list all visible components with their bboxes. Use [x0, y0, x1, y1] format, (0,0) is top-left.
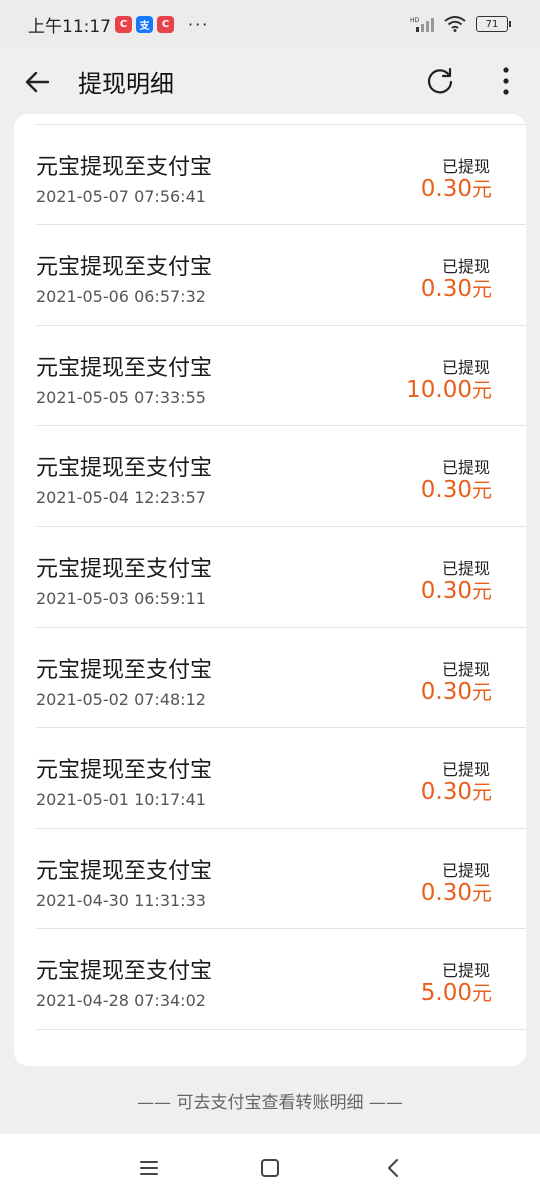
record-title: 元宝提现至支付宝 — [36, 154, 213, 180]
record-date: 2021-05-06 06:57:32 — [36, 287, 206, 307]
record-row[interactable]: 元宝提现至支付宝 2021-04-28 07:34:02 已提现 5.00元 — [36, 929, 526, 1030]
record-amount: 5.00元 — [421, 977, 492, 1006]
records-list: 元宝提现至支付宝2021-05-08 06:59:04已提现0.30元元宝提现至… — [14, 114, 526, 1030]
page-title: 提现明细 — [78, 70, 174, 98]
record-date: 2021-04-28 07:34:02 — [36, 991, 206, 1011]
record-amount-value: 0.30 — [420, 779, 472, 806]
record-amount-unit: 元 — [472, 780, 492, 805]
record-date: 2021-05-02 07:48:12 — [36, 689, 206, 709]
record-amount-value: 0.30 — [420, 577, 472, 604]
svg-text:HD: HD — [410, 17, 420, 24]
record-amount: 0.30元 — [421, 877, 492, 906]
record-title: 元宝提现至支付宝 — [36, 959, 213, 985]
record-row[interactable]: 元宝提现至支付宝 2021-05-04 12:23:57 已提现 0.30元 — [36, 426, 526, 527]
record-amount-unit: 元 — [472, 981, 492, 1006]
record-amount-value: 5.00 — [420, 980, 472, 1007]
record-row[interactable]: 元宝提现至支付宝 2021-05-01 10:17:41 已提现 0.30元 — [36, 728, 526, 829]
status-bar: 上午11:17 C 支 C ··· HD 71 — [0, 0, 540, 48]
record-date: 2021-05-07 07:56:41 — [36, 186, 206, 206]
refresh-icon[interactable] — [425, 66, 455, 96]
system-navigation-bar — [0, 1134, 540, 1200]
status-time: 上午11:17 — [28, 16, 111, 37]
record-amount: 0.30元 — [421, 676, 492, 705]
records-card: 元宝提现至支付宝2021-05-08 06:59:04已提现0.30元元宝提现至… — [14, 114, 526, 1066]
record-amount: 10.00元 — [406, 374, 492, 403]
record-title: 元宝提现至支付宝 — [36, 657, 213, 683]
record-row[interactable]: 元宝提现至支付宝 2021-05-03 06:59:11 已提现 0.30元 — [36, 527, 526, 628]
signal-icon: HD — [410, 17, 434, 32]
record-amount-unit: 元 — [472, 679, 492, 704]
wifi-icon — [444, 16, 466, 32]
app-notification-icon: C — [115, 15, 132, 33]
battery-icon: 71 — [476, 16, 511, 32]
more-vertical-icon[interactable] — [496, 66, 516, 96]
record-amount-value: 0.30 — [420, 879, 472, 906]
record-amount: 0.30元 — [421, 776, 492, 805]
menu-icon[interactable] — [137, 1156, 161, 1180]
record-title: 元宝提现至支付宝 — [36, 556, 213, 582]
record-amount-value: 0.30 — [420, 175, 472, 202]
record-date: 2021-05-01 10:17:41 — [36, 790, 206, 810]
record-amount: 0.30元 — [421, 474, 492, 503]
record-row[interactable]: 元宝提现至支付宝 2021-05-07 07:56:41 已提现 0.30元 — [36, 125, 526, 226]
record-amount: 0.30元 — [421, 173, 492, 202]
record-date: 2021-05-05 07:33:55 — [36, 387, 206, 407]
record-date: 2021-05-04 12:23:57 — [36, 488, 206, 508]
battery-level: 71 — [485, 18, 499, 30]
back-arrow-icon[interactable] — [24, 68, 52, 96]
record-row[interactable]: 元宝提现至支付宝2021-05-08 06:59:04已提现0.30元 — [36, 114, 526, 125]
record-amount-unit: 元 — [472, 880, 492, 905]
more-notifications-indicator: ··· — [188, 14, 210, 34]
record-row[interactable]: 元宝提现至支付宝 2021-05-05 07:33:55 已提现 10.00元 — [36, 326, 526, 427]
record-amount-value: 0.30 — [420, 678, 472, 705]
footer-note: —— 可去支付宝查看转账明细 —— — [137, 1093, 403, 1113]
app-header: 提现明细 — [0, 48, 540, 114]
record-title: 元宝提现至支付宝 — [36, 758, 213, 784]
record-row[interactable]: 元宝提现至支付宝 2021-05-02 07:48:12 已提现 0.30元 — [36, 628, 526, 729]
record-amount-unit: 元 — [472, 377, 492, 402]
record-title: 元宝提现至支付宝 — [36, 255, 213, 281]
record-amount-value: 10.00 — [406, 376, 472, 403]
record-amount-unit: 元 — [472, 578, 492, 603]
record-amount-unit: 元 — [472, 478, 492, 503]
record-date: 2021-05-03 06:59:11 — [36, 588, 206, 608]
record-date: 2021-04-30 11:31:33 — [36, 890, 206, 910]
record-title: 元宝提现至支付宝 — [36, 355, 213, 381]
record-row[interactable]: 元宝提现至支付宝 2021-05-06 06:57:32 已提现 0.30元 — [36, 225, 526, 326]
back-chevron-icon[interactable] — [382, 1156, 406, 1180]
record-amount: 0.30元 — [421, 273, 492, 302]
app-notification-icon-2: C — [157, 15, 174, 33]
record-amount-value: 0.30 — [420, 276, 472, 303]
record-title: 元宝提现至支付宝 — [36, 456, 213, 482]
alipay-notification-icon: 支 — [136, 15, 153, 33]
record-amount: 0.30元 — [421, 575, 492, 604]
record-amount-unit: 元 — [472, 277, 492, 302]
home-square-icon[interactable] — [258, 1156, 282, 1180]
record-amount-unit: 元 — [472, 176, 492, 201]
record-row[interactable]: 元宝提现至支付宝 2021-04-30 11:31:33 已提现 0.30元 — [36, 829, 526, 930]
record-title: 元宝提现至支付宝 — [36, 858, 213, 884]
record-amount-value: 0.30 — [420, 477, 472, 504]
